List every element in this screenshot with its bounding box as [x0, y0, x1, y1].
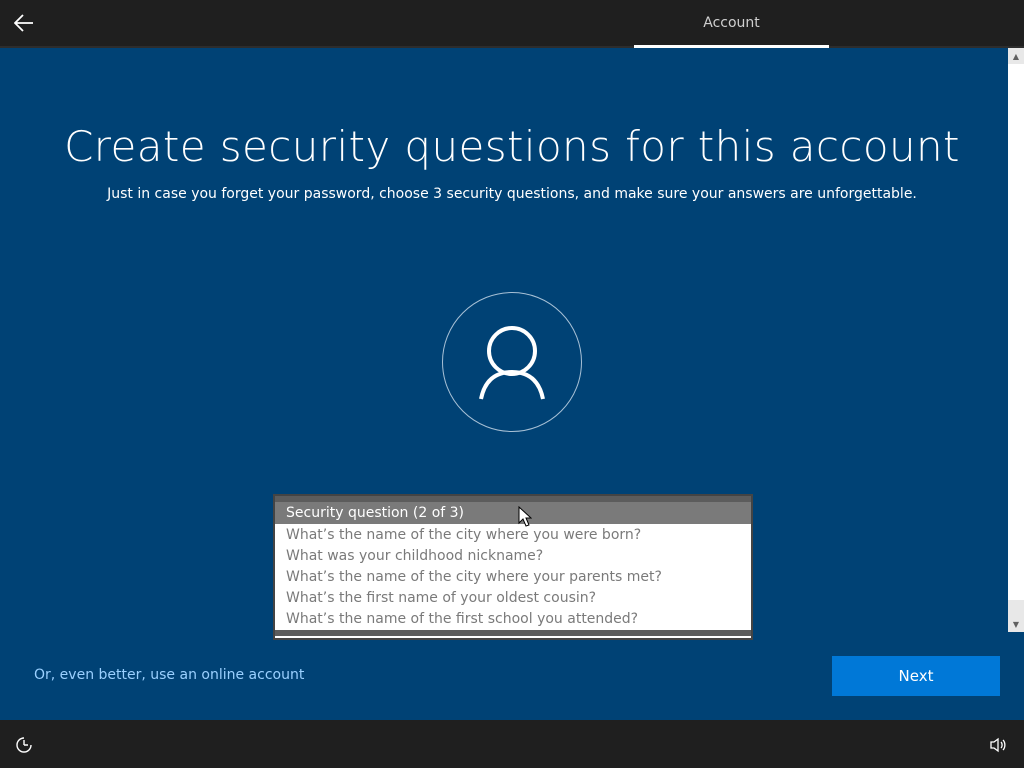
dropdown-option[interactable]: What’s the name of the city where you we… — [275, 525, 751, 546]
tab-account[interactable]: Account — [634, 0, 829, 46]
volume-icon[interactable] — [988, 735, 1008, 755]
dropdown-option[interactable]: What’s the name of the first school you … — [275, 609, 751, 630]
bottom-bar — [0, 720, 1024, 768]
online-account-link[interactable]: Or, even better, use an online account — [34, 667, 304, 683]
dropdown-bottom-edge — [275, 630, 751, 636]
page-subtitle: Just in case you forget your password, c… — [107, 186, 917, 202]
avatar — [442, 292, 582, 432]
mouse-cursor-icon — [518, 505, 533, 532]
top-bar — [0, 0, 1024, 48]
ease-of-access-icon[interactable] — [14, 735, 34, 755]
user-icon — [479, 326, 545, 400]
dropdown-option[interactable]: What was your childhood nickname? — [275, 546, 751, 567]
next-button[interactable]: Next — [832, 656, 1000, 696]
tab-underline — [634, 45, 829, 48]
security-question-dropdown[interactable]: Security question (2 of 3) What’s the na… — [273, 494, 753, 640]
dropdown-selected-option[interactable]: Security question (2 of 3) — [275, 502, 751, 524]
page-title: Create security questions for this accou… — [64, 122, 960, 171]
dropdown-option[interactable]: What’s the name of the city where your p… — [275, 567, 751, 588]
dropdown-option[interactable]: What’s the first name of your oldest cou… — [275, 588, 751, 609]
scroll-up-icon[interactable]: ▲ — [1008, 48, 1024, 64]
scroll-down-icon[interactable]: ▼ — [1008, 616, 1024, 632]
back-arrow-icon[interactable] — [8, 7, 40, 39]
